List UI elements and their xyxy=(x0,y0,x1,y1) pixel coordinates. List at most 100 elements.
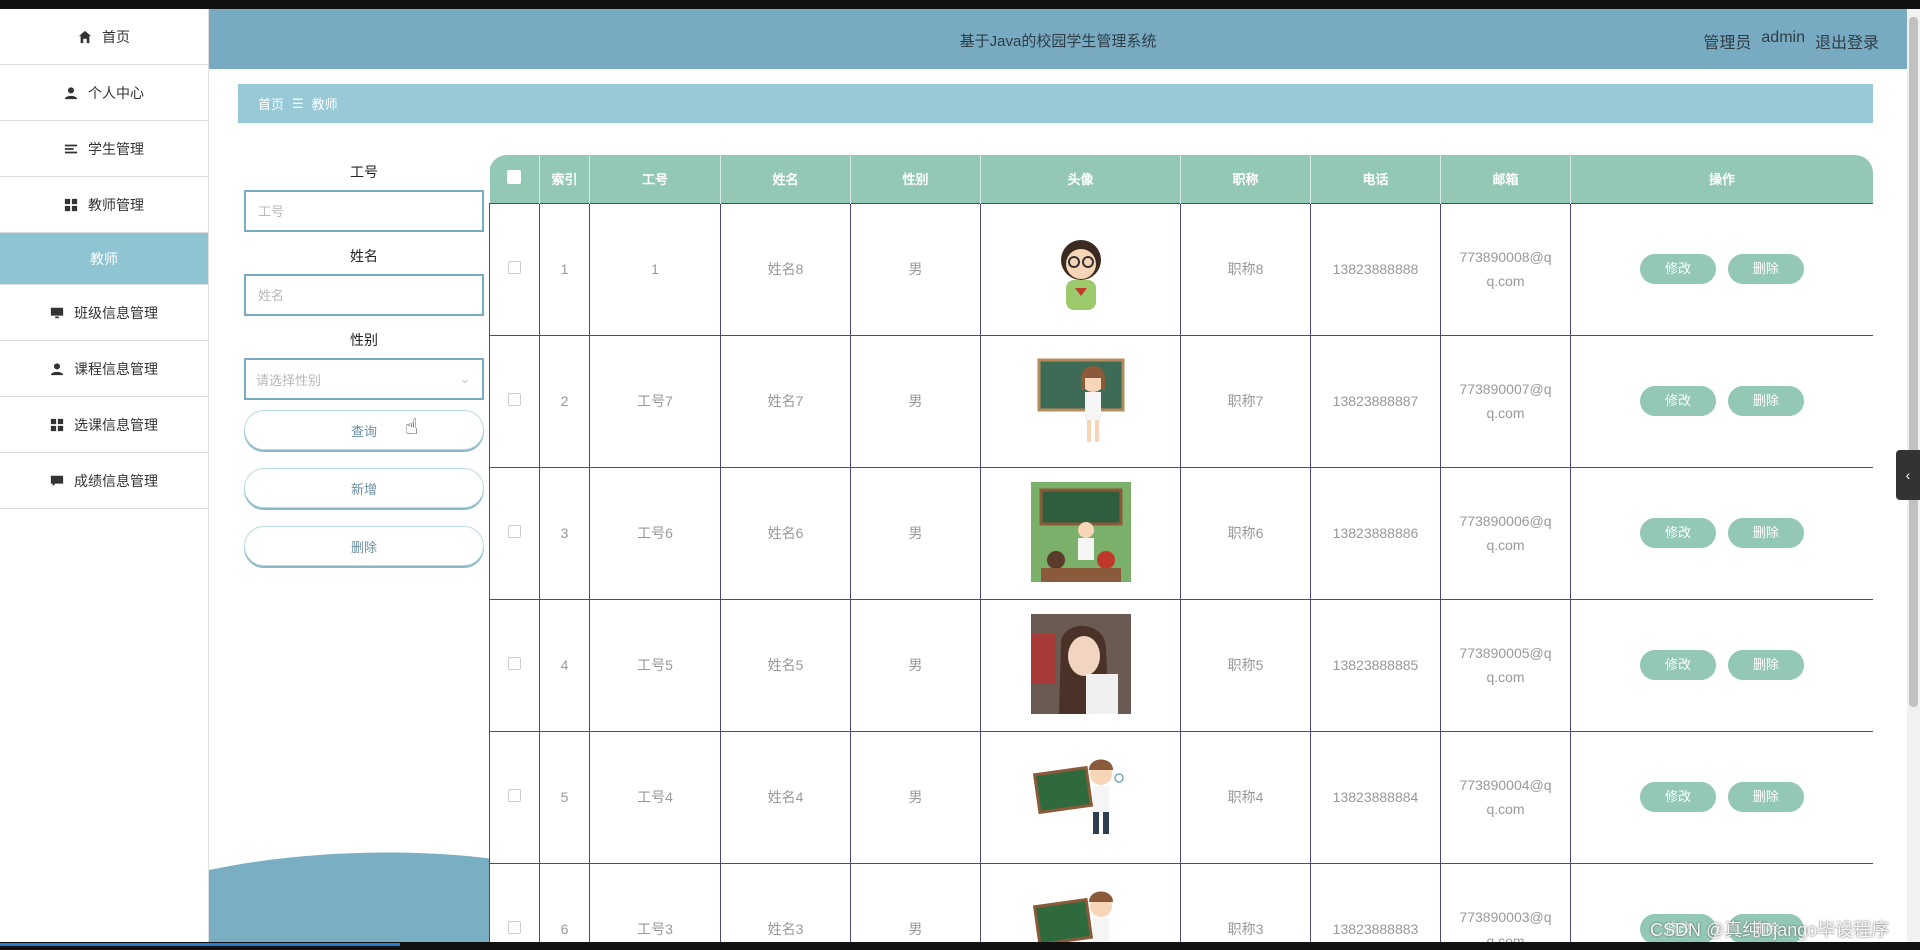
chat-icon xyxy=(50,475,64,486)
column-header: 性别 xyxy=(850,155,981,203)
sidebar-item-course-info[interactable]: 课程信息管理 xyxy=(0,341,208,397)
edit-button[interactable]: 修改 xyxy=(1640,386,1717,416)
edit-button[interactable]: 修改 xyxy=(1640,650,1717,680)
row-checkbox[interactable] xyxy=(489,862,540,942)
grid-icon xyxy=(50,418,64,431)
email-line: 773890006@q xyxy=(1459,513,1552,529)
sidebar-item-label: 首页 xyxy=(102,28,130,45)
row-checkbox[interactable] xyxy=(489,334,540,468)
breadcrumb: 首页 ☰ 教师 xyxy=(238,84,1873,123)
id-input[interactable] xyxy=(244,190,484,232)
cell-id: 工号3 xyxy=(589,862,721,942)
avatar xyxy=(1030,613,1131,714)
email-line: 773890007@q xyxy=(1459,381,1552,397)
username: admin xyxy=(1761,29,1805,46)
top-header: 基于Java的校园学生管理系统 管理员 admin 退出登录 xyxy=(209,9,1907,69)
breadcrumb-separator-icon: ☰ xyxy=(292,95,304,111)
sidebar-item-class-info[interactable]: 班级信息管理 xyxy=(0,285,208,341)
row-checkbox[interactable] xyxy=(489,598,540,732)
row-checkbox[interactable] xyxy=(489,202,540,336)
gender-select[interactable]: 请选择性别 ⌄ xyxy=(244,358,484,400)
cell-index: 2 xyxy=(539,334,590,468)
delete-button[interactable]: 删除 xyxy=(1727,518,1804,548)
sidebar-item-student-management[interactable]: 学生管理 xyxy=(0,121,208,177)
grid-icon xyxy=(64,198,78,211)
batch-delete-button[interactable]: 删除 xyxy=(244,526,484,566)
cell-index: 3 xyxy=(539,466,590,600)
delete-button[interactable]: 删除 xyxy=(1727,254,1804,284)
sidebar-item-home[interactable]: 首页 xyxy=(0,9,208,65)
cell-name: 姓名5 xyxy=(720,598,851,732)
search-form: 工号 姓名 性别 请选择性别 ⌄ 查询 新增 删除 xyxy=(244,162,484,584)
table-row: 4 工号5 姓名5 男 职称5 13823888885 773890005@q q… xyxy=(489,598,1873,732)
cell-phone: 13823888888 xyxy=(1310,202,1441,336)
delete-button[interactable]: 删除 xyxy=(1727,386,1804,416)
cell-gender: 男 xyxy=(850,202,981,336)
cell-email: 773890005@q q.com xyxy=(1440,598,1571,732)
sidebar-item-grade-info[interactable]: 成绩信息管理 xyxy=(0,453,208,509)
sidebar-item-label: 成绩信息管理 xyxy=(74,472,158,489)
logout-link[interactable]: 退出登录 xyxy=(1815,29,1879,53)
email-line: 773890005@q xyxy=(1459,645,1552,661)
cell-actions: 修改 删除 xyxy=(1570,466,1873,600)
gender-select-placeholder: 请选择性别 xyxy=(256,372,322,388)
email-line: q.com xyxy=(1486,405,1525,421)
cell-avatar xyxy=(980,202,1181,336)
name-input[interactable] xyxy=(244,274,484,316)
column-header: 邮箱 xyxy=(1440,155,1571,203)
cell-actions: 修改 删除 xyxy=(1570,730,1873,864)
cell-phone: 13823888883 xyxy=(1310,862,1441,942)
user-info: 管理员 admin 退出登录 xyxy=(1703,29,1879,53)
cell-actions: 修改 删除 xyxy=(1570,334,1873,468)
name-label: 姓名 xyxy=(350,248,378,264)
cell-name: 姓名3 xyxy=(720,862,851,942)
column-header: 姓名 xyxy=(720,155,851,203)
cell-phone: 13823888885 xyxy=(1310,598,1441,732)
cell-gender: 男 xyxy=(850,334,981,468)
email-line: 773890004@q xyxy=(1459,777,1552,793)
cell-actions: 修改 删除 xyxy=(1570,202,1873,336)
sidebar-item-teacher[interactable]: 教师 xyxy=(0,233,208,285)
query-button[interactable]: 查询 xyxy=(244,410,484,450)
hand-cursor-icon: ☝ xyxy=(405,414,419,439)
loading-progress-bar xyxy=(0,943,400,946)
edit-button[interactable]: 修改 xyxy=(1640,254,1717,284)
email-line: q.com xyxy=(1486,801,1525,817)
delete-button[interactable]: 删除 xyxy=(1727,782,1804,812)
cell-avatar xyxy=(980,730,1181,864)
collapse-panel-button[interactable]: ‹ xyxy=(1896,450,1920,500)
column-header: 工号 xyxy=(589,155,721,203)
cell-avatar xyxy=(980,466,1181,600)
sidebar-item-personal-center[interactable]: 个人中心 xyxy=(0,65,208,121)
scrollbar-thumb[interactable] xyxy=(1909,17,1918,707)
row-checkbox[interactable] xyxy=(489,466,540,600)
delete-button[interactable]: 删除 xyxy=(1727,650,1804,680)
add-button[interactable]: 新增 xyxy=(244,468,484,508)
cell-email: 773890004@q q.com xyxy=(1440,730,1571,864)
select-all-checkbox[interactable] xyxy=(489,155,540,203)
email-line: 773890008@q xyxy=(1459,249,1552,265)
email-line: q.com xyxy=(1486,537,1525,553)
sidebar-item-course-selection[interactable]: 选课信息管理 xyxy=(0,397,208,453)
column-header: 电话 xyxy=(1310,155,1441,203)
avatar xyxy=(1030,481,1131,582)
cell-index: 1 xyxy=(539,202,590,336)
cell-name: 姓名4 xyxy=(720,730,851,864)
cell-avatar xyxy=(980,862,1181,942)
cell-gender: 男 xyxy=(850,862,981,942)
cell-id: 工号7 xyxy=(589,334,721,468)
avatar xyxy=(1037,358,1124,442)
table-header-row: 索引 工号 姓名 性别 头像 职称 电话 邮箱 操作 xyxy=(489,155,1873,203)
row-checkbox[interactable] xyxy=(489,730,540,864)
sidebar-item-label: 教师 xyxy=(90,250,118,267)
cell-actions: 修改 删除 xyxy=(1570,598,1873,732)
breadcrumb-home[interactable]: 首页 xyxy=(258,94,284,113)
cell-phone: 13823888884 xyxy=(1310,730,1441,864)
edit-button[interactable]: 修改 xyxy=(1640,782,1717,812)
sidebar-item-label: 选课信息管理 xyxy=(74,416,158,433)
cell-index: 6 xyxy=(539,862,590,942)
edit-button[interactable]: 修改 xyxy=(1640,518,1717,548)
sidebar-item-teacher-management[interactable]: 教师管理 xyxy=(0,177,208,233)
table-row: 5 工号4 姓名4 男 职称4 13823888884 773890004@q … xyxy=(489,730,1873,864)
monitor-icon xyxy=(50,307,64,318)
